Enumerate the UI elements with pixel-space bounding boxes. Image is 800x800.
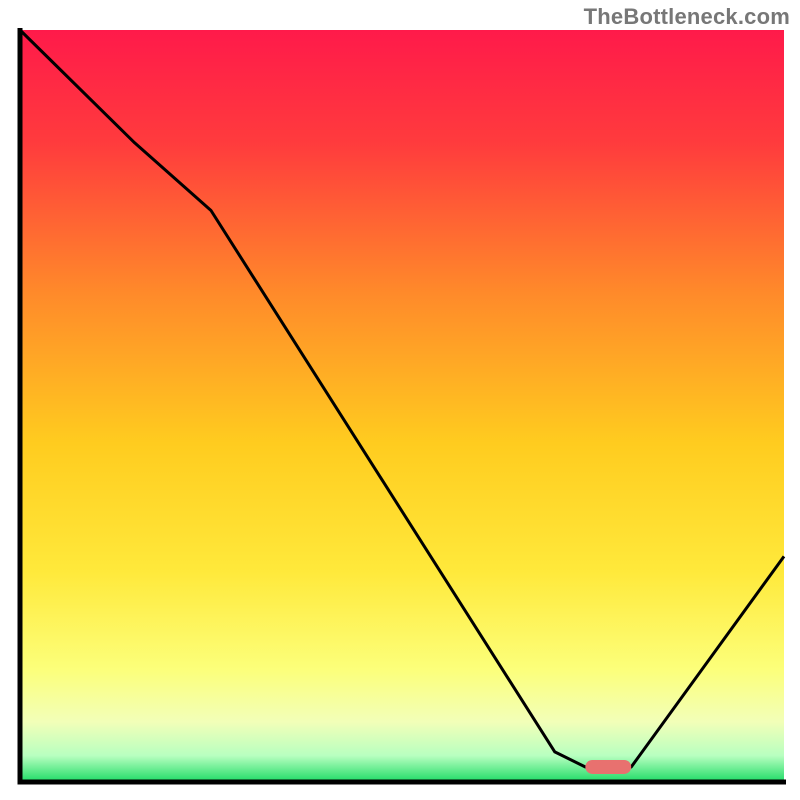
optimal-marker [585, 760, 631, 774]
chart-frame [14, 28, 786, 788]
bottleneck-chart [14, 28, 786, 788]
chart-container: TheBottleneck.com [0, 0, 800, 800]
watermark-text: TheBottleneck.com [584, 4, 790, 30]
